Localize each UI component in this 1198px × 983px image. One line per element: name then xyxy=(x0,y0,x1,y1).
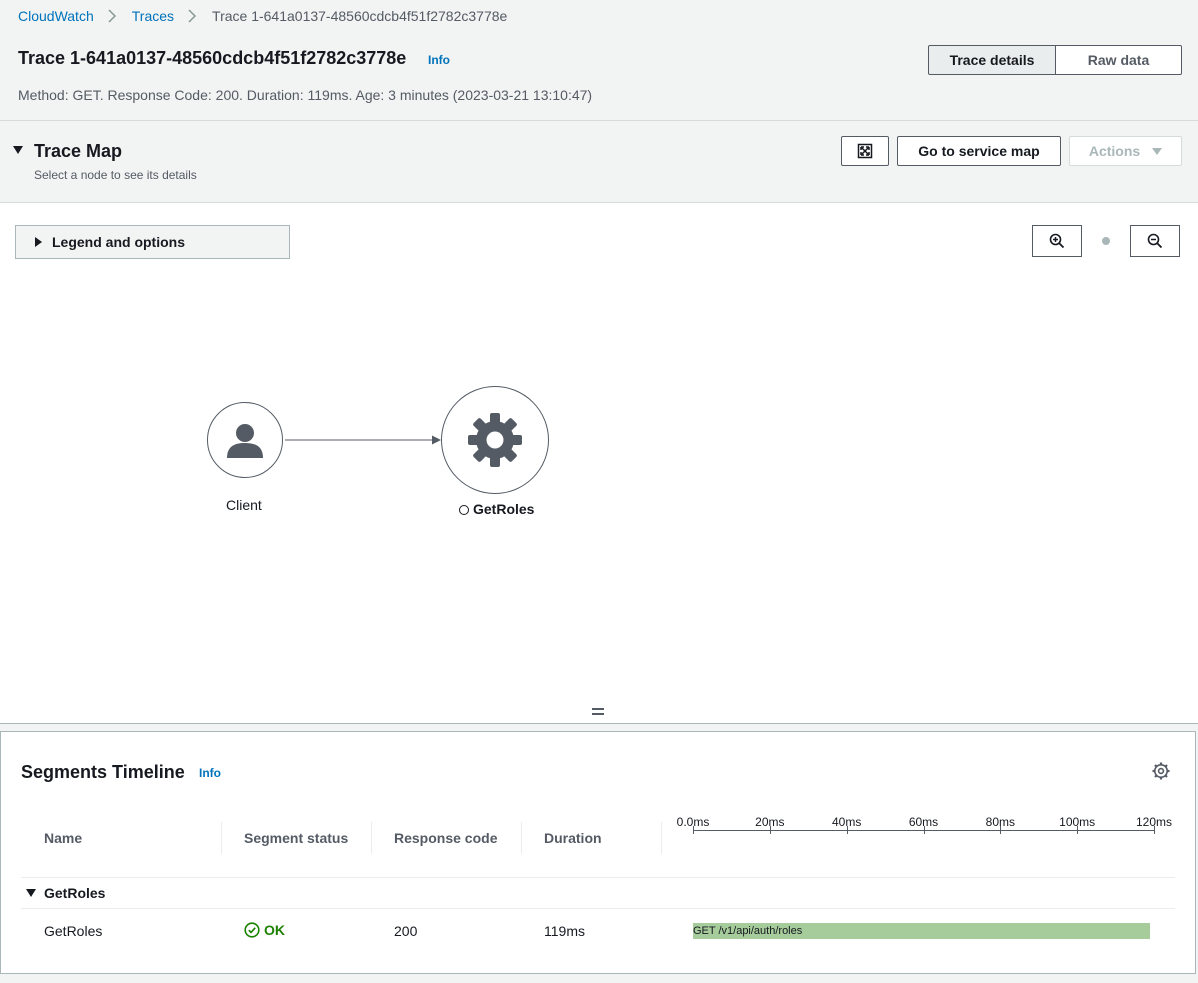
title-info-link[interactable]: Info xyxy=(428,53,450,67)
axis-tick-label: 120ms xyxy=(1135,815,1173,829)
group-collapse-caret-icon[interactable] xyxy=(26,889,36,897)
row-response-code: 200 xyxy=(394,923,418,939)
status-ring-icon xyxy=(459,505,469,515)
column-separator xyxy=(371,822,372,854)
group-name: GetRoles xyxy=(44,885,106,901)
resize-handle-icon[interactable] xyxy=(592,708,604,718)
zoom-out-icon xyxy=(1147,233,1163,249)
trace-map-subtitle: Select a node to see its details xyxy=(34,168,197,182)
axis-tick-label: 20ms xyxy=(755,815,785,829)
chevron-right-icon xyxy=(188,9,198,23)
axis-tick-label: 100ms xyxy=(1059,815,1096,829)
row-separator xyxy=(21,877,1175,878)
legend-label: Legend and options xyxy=(52,234,185,250)
segment-status-ok: OK xyxy=(244,922,285,938)
edge-client-to-getroles xyxy=(285,435,441,445)
fullscreen-button[interactable] xyxy=(841,136,889,166)
column-separator xyxy=(661,822,662,854)
timeline-title: Segments Timeline xyxy=(21,762,185,782)
timeline-info-link[interactable]: Info xyxy=(199,766,221,780)
column-header-response-code[interactable]: Response code xyxy=(394,830,497,846)
getroles-node-label: GetRoles xyxy=(459,501,534,517)
go-to-service-map-button[interactable]: Go to service map xyxy=(897,136,1061,166)
column-separator xyxy=(221,822,222,854)
axis-tick-label: 60ms xyxy=(908,815,939,829)
legend-and-options-toggle[interactable]: Legend and options xyxy=(15,225,290,259)
breadcrumb-cloudwatch[interactable]: CloudWatch xyxy=(18,8,94,24)
column-header-name[interactable]: Name xyxy=(44,830,82,846)
axis-tick-label: 80ms xyxy=(985,815,1015,829)
actions-label: Actions xyxy=(1088,143,1141,159)
breadcrumb: CloudWatch Traces Trace 1-641a0137-48560… xyxy=(18,6,507,26)
axis-tick-label: 0.0ms xyxy=(676,815,710,829)
client-node-label: Client xyxy=(226,497,262,513)
segments-timeline-panel: Segments Timeline Info Name Segment stat… xyxy=(0,731,1196,974)
gear-icon xyxy=(468,413,522,467)
column-separator xyxy=(521,822,522,854)
panel-divider xyxy=(0,723,1198,724)
zoom-in-button[interactable] xyxy=(1032,225,1082,257)
chevron-right-icon xyxy=(108,9,118,23)
trace-map-title: Trace Map xyxy=(34,141,123,161)
zoom-in-icon xyxy=(1049,233,1065,249)
getroles-node-name: GetRoles xyxy=(473,501,535,517)
trace-summary: Method: GET. Response Code: 200. Duratio… xyxy=(18,87,593,103)
tab-raw-data[interactable]: Raw data xyxy=(1056,45,1182,75)
collapse-caret-icon[interactable] xyxy=(13,146,23,154)
client-node[interactable] xyxy=(207,402,283,478)
status-text: OK xyxy=(264,922,285,938)
zoom-out-button[interactable] xyxy=(1130,225,1180,257)
row-name[interactable]: GetRoles xyxy=(44,923,102,939)
expand-icon xyxy=(857,143,873,159)
breadcrumb-current: Trace 1-641a0137-48560cdcb4f51f2782c3778… xyxy=(212,8,508,24)
row-duration: 119ms xyxy=(544,923,585,939)
breadcrumb-traces[interactable]: Traces xyxy=(132,8,174,24)
dot-icon xyxy=(1102,237,1110,245)
view-toggle: Trace details Raw data xyxy=(928,45,1182,75)
user-icon xyxy=(227,424,263,458)
trace-map-canvas[interactable] xyxy=(0,203,1198,724)
row-separator xyxy=(21,908,1175,909)
actions-button[interactable]: Actions xyxy=(1069,136,1182,166)
caret-right-icon xyxy=(35,237,42,247)
zoom-controls xyxy=(1032,225,1180,257)
tab-trace-details[interactable]: Trace details xyxy=(928,45,1056,75)
check-circle-icon xyxy=(244,922,260,938)
segment-bar[interactable]: GET /v1/api/auth/roles xyxy=(693,923,1151,939)
column-header-segment-status[interactable]: Segment status xyxy=(244,830,348,846)
axis-tick-label: 40ms xyxy=(831,815,862,829)
settings-gear-icon[interactable] xyxy=(1152,762,1170,780)
caret-down-icon xyxy=(1152,147,1163,155)
page-title: Trace 1-641a0137-48560cdcb4f51f2782c3778… xyxy=(18,48,407,68)
column-header-duration[interactable]: Duration xyxy=(544,830,602,846)
zoom-reset[interactable] xyxy=(1082,225,1130,257)
getroles-node[interactable] xyxy=(441,386,549,494)
